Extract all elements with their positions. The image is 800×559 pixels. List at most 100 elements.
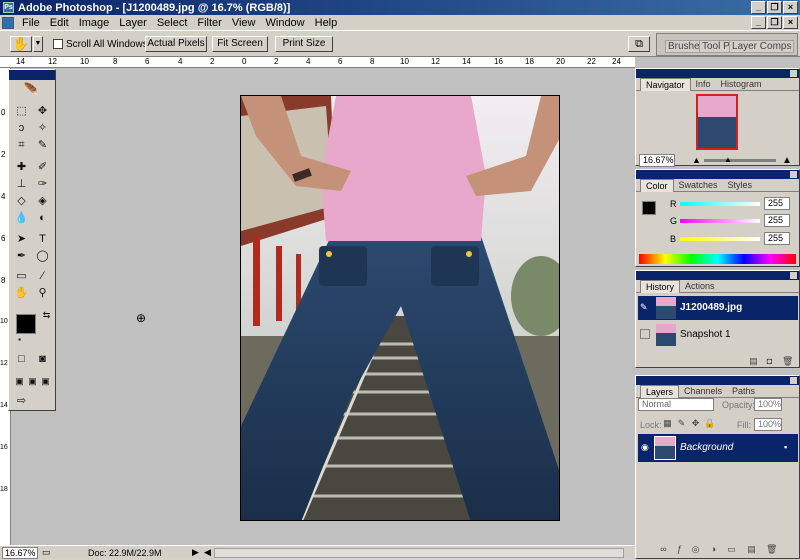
tab-color[interactable]: Color [640,179,674,192]
status-menu-arrow-icon[interactable]: ▶ [192,547,199,558]
lock-all-icon[interactable]: 🔒 [704,418,715,429]
trash-icon[interactable]: 🗑 [782,356,793,367]
minimize-button[interactable]: _ [751,1,766,14]
paint-bucket-tool-icon[interactable]: ◈ [35,194,50,209]
tab-channels[interactable]: Channels [679,385,727,398]
zoom-in-icon[interactable]: ▲ [782,155,792,166]
restore-button[interactable]: ❐ [767,1,782,14]
document-image[interactable] [240,95,560,521]
zoom-tool-icon[interactable]: ⚲ [35,286,50,301]
new-document-from-state-icon[interactable]: ▤ [748,356,759,367]
dodge-tool-icon[interactable]: ◐ [35,211,50,226]
layer-row-background[interactable]: ◉ Background ▪ [638,434,798,462]
scroll-all-checkbox[interactable] [53,39,63,49]
tab-swatches[interactable]: Swatches [674,179,723,192]
panel-close-icon[interactable] [790,272,797,279]
actual-pixels-button[interactable]: Actual Pixels [145,36,207,52]
print-size-button[interactable]: Print Size [275,36,333,52]
adjustment-layer-icon[interactable]: ◑ [708,544,719,555]
fit-screen-button[interactable]: Fit Screen [212,36,268,52]
shape-tool-icon[interactable]: ◯ [35,249,50,264]
type-tool-icon[interactable]: T [35,232,50,247]
quick-mask-mode-icon[interactable]: ◙ [35,352,50,367]
zoom-slider-thumb-icon[interactable]: ▲ [724,155,732,164]
history-item[interactable]: ✎ J1200489.jpg [638,296,798,320]
zoom-out-icon[interactable]: ▲ [692,155,701,165]
menu-view[interactable]: View [227,17,261,29]
history-brush-tool-icon[interactable]: ✑ [35,177,50,192]
tab-navigator[interactable]: Navigator [640,78,691,91]
menu-layer[interactable]: Layer [114,17,152,29]
lasso-tool-icon[interactable]: ↄ [14,121,29,136]
eyedropper-tool-icon[interactable]: ⁄ [35,269,50,284]
lock-position-icon[interactable]: ✥ [690,418,701,429]
new-group-icon[interactable]: ▭ [726,544,737,555]
blend-mode-select[interactable]: Normal [638,398,714,411]
jump-to-imageready-icon[interactable]: ⇨ [14,394,29,409]
history-brush-source-icon[interactable]: ✎ [640,302,648,313]
panel-close-icon[interactable] [790,171,797,178]
healing-brush-tool-icon[interactable]: ✚ [14,160,29,175]
move-tool-icon[interactable]: ✥ [35,104,50,119]
status-info-icon[interactable]: ▭ [42,547,51,558]
zoom-level-field[interactable]: 16.67% [2,547,38,559]
hand-tool-icon[interactable]: ✋ [14,286,29,301]
channel-b-slider[interactable] [680,237,760,241]
standard-mode-icon[interactable]: □ [14,352,29,367]
tab-history[interactable]: History [640,280,681,293]
foreground-color-swatch[interactable] [16,314,36,334]
tab-histogram[interactable]: Histogram [716,78,767,91]
menu-image[interactable]: Image [74,17,115,29]
history-source-box[interactable] [640,329,650,339]
panel-title-bar[interactable] [636,271,799,280]
panel-title-bar[interactable] [636,170,799,179]
menu-help[interactable]: Help [310,17,343,29]
toolbox-title-bar[interactable] [9,70,55,80]
crop-tool-icon[interactable]: ⌗ [14,138,29,153]
default-colors-icon[interactable]: ▪ [12,332,27,347]
channel-g-value[interactable]: 255 [764,214,790,227]
swap-colors-icon[interactable]: ⇆ [39,308,54,323]
panel-close-icon[interactable] [790,377,797,384]
tab-paths[interactable]: Paths [727,385,760,398]
new-layer-icon[interactable]: ▤ [746,544,757,555]
navigator-thumbnail[interactable] [696,94,738,150]
clone-stamp-tool-icon[interactable]: ⊥ [14,177,29,192]
lock-transparency-icon[interactable]: ▦ [662,418,673,429]
file-browser-icon[interactable]: ⧉ [628,36,650,52]
navigator-zoom-field[interactable]: 16.67% [639,154,675,167]
eraser-tool-icon[interactable]: ◇ [14,194,29,209]
panel-title-bar[interactable] [636,376,799,385]
screen-mode-full-icon[interactable]: ▣ [38,374,53,389]
fill-field[interactable]: 100% [754,418,782,431]
horizontal-scrollbar[interactable] [214,548,624,558]
channel-g-slider[interactable] [680,219,760,223]
pen-tool-icon[interactable]: ✒ [14,249,29,264]
menu-filter[interactable]: Filter [192,17,226,29]
feather-logo-icon[interactable]: 🪶 [11,82,53,100]
layer-style-icon[interactable]: ƒ [674,544,685,555]
well-tab-layer-comps[interactable]: Layer Comps [729,40,795,53]
channel-r-value[interactable]: 255 [764,197,790,210]
slice-tool-icon[interactable]: ✎ [35,138,50,153]
channel-b-value[interactable]: 255 [764,232,790,245]
doc-restore-button[interactable]: ❐ [767,16,782,29]
tab-styles[interactable]: Styles [723,179,758,192]
menu-file[interactable]: File [17,17,45,29]
link-layers-icon[interactable]: ∞ [658,544,669,555]
menu-window[interactable]: Window [261,17,310,29]
preset-dropdown-chevron-icon[interactable]: ▼ [33,36,43,52]
brush-tool-icon[interactable]: ✐ [35,160,50,175]
color-foreground-swatch[interactable] [642,201,656,215]
doc-minimize-button[interactable]: _ [751,16,766,29]
notes-tool-icon[interactable]: ▭ [14,269,29,284]
delete-layer-icon[interactable]: 🗑 [766,544,777,555]
path-selection-tool-icon[interactable]: ➤ [14,232,29,247]
tab-actions[interactable]: Actions [680,280,720,293]
marquee-tool-icon[interactable]: ⬚ [14,104,29,119]
panel-title-bar[interactable] [636,69,799,78]
hand-tool-preset-icon[interactable]: ✋ [10,36,32,52]
doc-close-button[interactable]: × [783,16,798,29]
navigator-zoom-slider[interactable] [704,159,776,162]
magic-wand-tool-icon[interactable]: ✧ [35,121,50,136]
